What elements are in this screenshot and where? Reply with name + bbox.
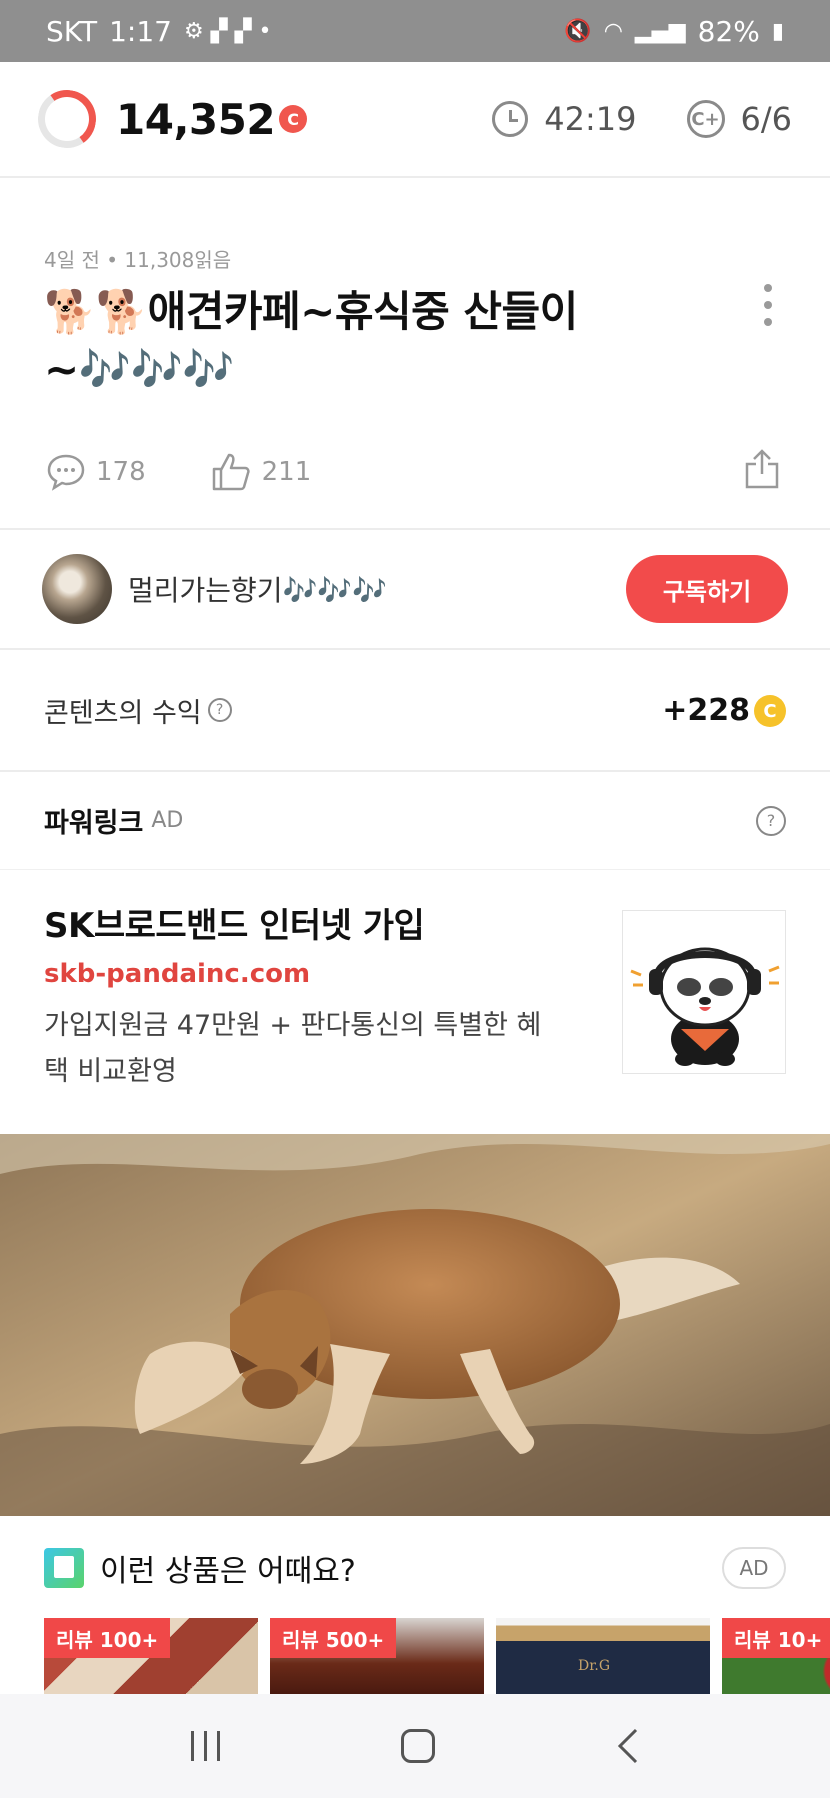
recommendation-header: 이런 상품은 어때요? AD (0, 1516, 830, 1620)
points-total: 14,352 (116, 94, 276, 144)
product-card[interactable]: Dr.G (496, 1618, 710, 1694)
ad-description: 가입지원금 47만원 + 판다통신의 특별한 혜택 비교환영 (44, 1010, 542, 1087)
status-right: 🔇 ◠ ▂▄▆ 82% ▮ (564, 15, 784, 48)
timer: 42:19 (544, 100, 637, 138)
product-carousel[interactable]: 리뷰 100+ 리뷰 500+ Dr.G 리뷰 10+ (44, 1618, 830, 1694)
recommendation-ad-tag: AD (722, 1547, 786, 1589)
product-brand-label: Dr.G (578, 1658, 611, 1674)
coin-icon: C (754, 695, 786, 727)
sleeping-dog-photo (0, 1134, 830, 1516)
wifi-icon: ◠ (603, 18, 623, 44)
home-button[interactable] (400, 1729, 435, 1763)
panda-mascot-icon (630, 947, 780, 1066)
article-meta: 4일 전 • 11,308읽음 (44, 248, 232, 272)
ad-thumbnail[interactable] (622, 910, 786, 1074)
recommendation-title: 이런 상품은 어때요? (100, 1554, 356, 1589)
ad-card[interactable]: SK브로드밴드 인터넷 가입 skb-pandainc.com 가입지원금 47… (0, 870, 830, 1132)
powerlink-title: 파워링크 (44, 808, 144, 839)
carrier: SKT (46, 14, 98, 48)
back-button[interactable] (616, 1726, 640, 1766)
comment-count: 178 (96, 457, 146, 487)
recent-apps-button[interactable] (190, 1731, 220, 1761)
reaction-bar: 178 211 (46, 452, 311, 492)
system-nav-bar (0, 1694, 830, 1798)
review-badge: 리뷰 10+ (722, 1618, 830, 1658)
comment-icon[interactable] (46, 453, 86, 491)
progress-ring-icon (33, 85, 101, 153)
subscribe-button[interactable]: 구독하기 (626, 555, 788, 623)
shopping-bag-icon (44, 1548, 84, 1588)
author-row[interactable]: 멀리가는향기🎶🎶🎶 구독하기 (0, 530, 830, 650)
reward-header: 14,352 C 42:19 C+ 6/6 (0, 62, 830, 178)
mute-icon: 🔇 (564, 18, 592, 44)
help-icon[interactable]: ? (207, 698, 232, 722)
clock-icon (492, 101, 529, 137)
product-card[interactable]: 리뷰 500+ (270, 1618, 484, 1694)
header-right: 42:19 C+ 6/6 (492, 100, 792, 138)
status-bar: SKT 1:17 ⚙ ▞ ▞ • 🔇 ◠ ▂▄▆ 82% ▮ (0, 0, 830, 62)
coin-plus-icon: C+ (686, 100, 725, 138)
battery-icon: ▮ (771, 18, 784, 44)
like-count: 211 (261, 457, 312, 487)
article-header: 4일 전 • 11,308읽음 🐕🐕애견카페~휴식중 산들이 ~🎶🎶🎶 178 … (0, 178, 830, 530)
article-title: 🐕🐕애견카페~휴식중 산들이 ~🎶🎶🎶 (44, 287, 578, 394)
status-left: SKT 1:17 ⚙ ▞ ▞ • (46, 15, 272, 48)
coin-icon: C (279, 105, 308, 133)
review-badge: 리뷰 500+ (270, 1618, 397, 1658)
revenue-label: 콘텐츠의 수익 (44, 697, 202, 729)
signal-icon: ▂▄▆ (634, 18, 686, 44)
product-card[interactable]: 리뷰 100+ (44, 1618, 258, 1694)
help-icon[interactable]: ? (756, 805, 786, 836)
progress-count: 6/6 (740, 100, 793, 138)
like-icon[interactable] (210, 452, 252, 492)
revenue-amount: +228 (662, 692, 750, 728)
review-badge: 리뷰 100+ (44, 1618, 171, 1658)
author-avatar[interactable] (42, 554, 112, 624)
status-time: 1:17 (109, 14, 172, 48)
revenue-value: +228 C (662, 693, 786, 728)
author-name[interactable]: 멀리가는향기🎶🎶🎶 (128, 569, 387, 609)
content-revenue-row: 콘텐츠의 수익 ? +228 C (0, 650, 830, 772)
more-options-icon[interactable] (764, 284, 772, 335)
notification-icons: ⚙ ▞ ▞ • (183, 18, 272, 44)
product-card[interactable]: 리뷰 10+ (722, 1618, 830, 1694)
app-root: SKT 1:17 ⚙ ▞ ▞ • 🔇 ◠ ▂▄▆ 82% ▮ 14,352 C … (0, 0, 830, 1798)
battery-level: 82% (697, 14, 760, 48)
article-photo[interactable] (0, 1134, 830, 1516)
share-icon[interactable] (744, 448, 780, 490)
powerlink-header: 파워링크 AD ? (0, 772, 830, 870)
powerlink-ad-tag: AD (151, 808, 184, 833)
